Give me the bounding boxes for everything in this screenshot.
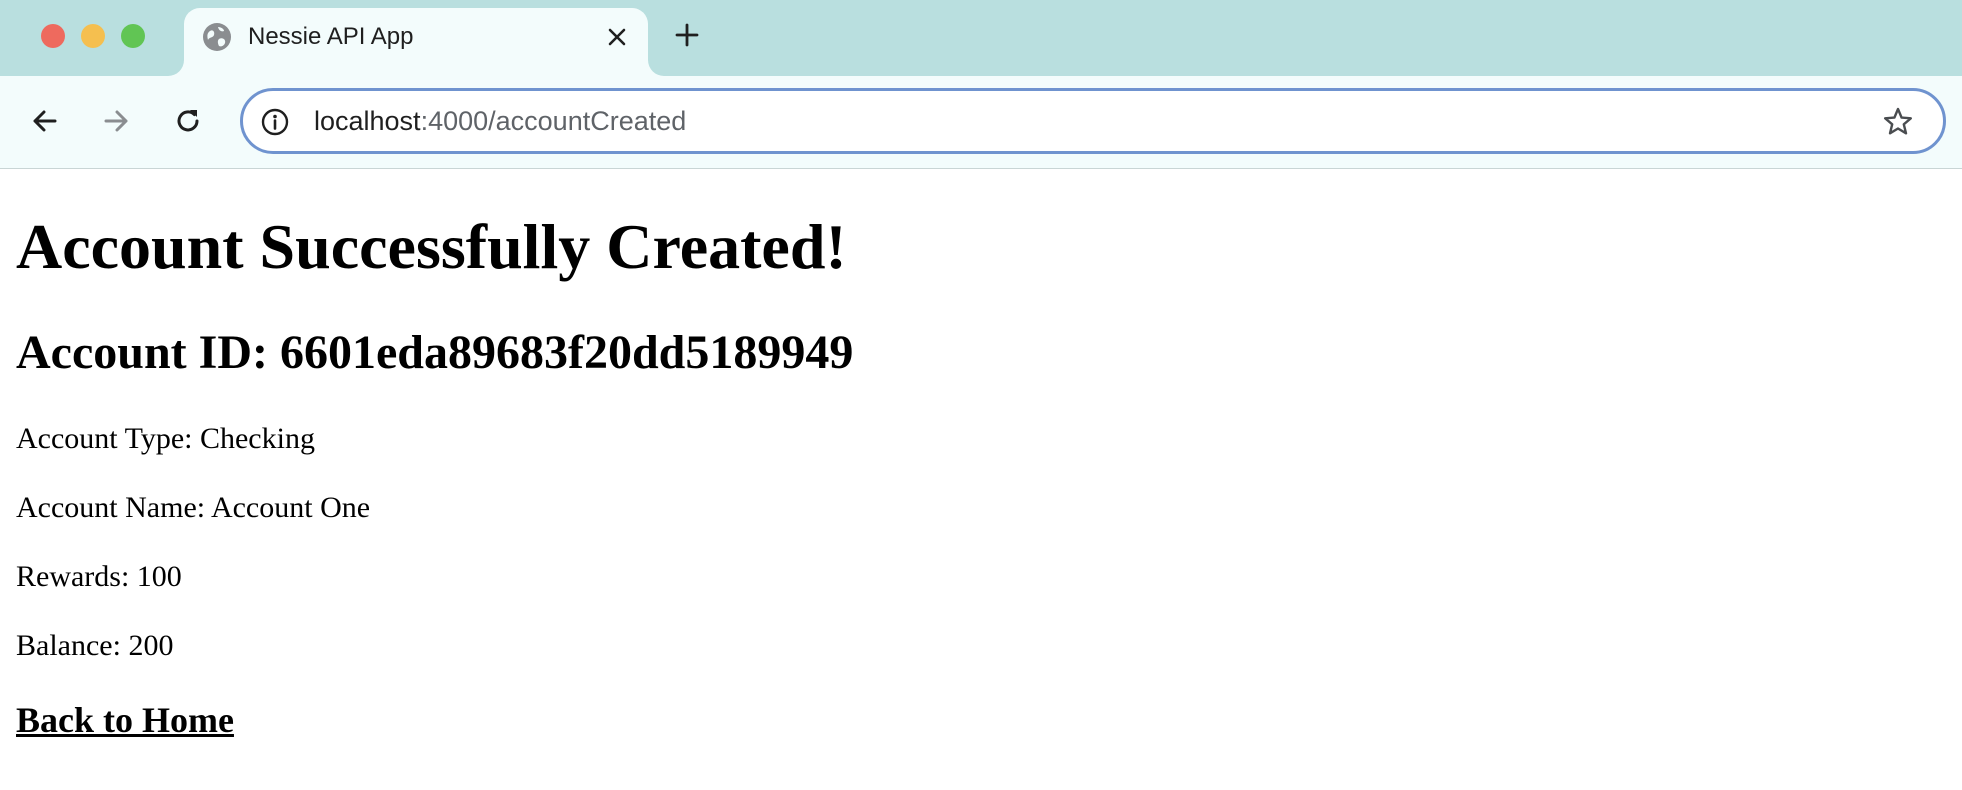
reload-icon[interactable] xyxy=(171,104,205,138)
account-id-heading: Account ID: 6601eda89683f20dd5189949 xyxy=(16,326,854,379)
window-minimize-button[interactable] xyxy=(81,24,105,48)
balance-text: Balance: 200 xyxy=(16,629,174,662)
url-path: :4000/accountCreated xyxy=(420,106,687,136)
tab-active[interactable]: Nessie API App xyxy=(184,8,648,76)
globe-icon xyxy=(202,22,232,52)
window-close-button[interactable] xyxy=(41,24,65,48)
star-icon[interactable] xyxy=(1881,105,1915,139)
window-maximize-button[interactable] xyxy=(121,24,145,48)
account-name-text: Account Name: Account One xyxy=(16,491,371,524)
url-text[interactable]: localhost:4000/accountCreated xyxy=(314,106,686,137)
rewards-text: Rewards: 100 xyxy=(16,560,182,593)
page-content: Account Successfully Created! Account ID… xyxy=(0,169,1962,790)
browser-window: Nessie API App localhost:4000/accountCre… xyxy=(0,0,1962,790)
back-to-home-link[interactable]: Back to Home xyxy=(16,702,234,738)
arrow-left-icon[interactable] xyxy=(28,104,62,138)
info-icon[interactable] xyxy=(260,107,290,137)
account-type-text: Account Type: Checking xyxy=(16,422,315,455)
plus-icon[interactable] xyxy=(672,20,702,50)
close-icon[interactable] xyxy=(604,24,630,50)
tab-strip: Nessie API App xyxy=(0,0,1962,76)
address-bar[interactable]: localhost:4000/accountCreated xyxy=(240,88,1946,154)
url-host: localhost xyxy=(314,106,421,136)
tab-title: Nessie API App xyxy=(248,23,414,50)
arrow-right-icon[interactable] xyxy=(99,104,133,138)
browser-toolbar: localhost:4000/accountCreated xyxy=(0,76,1962,169)
page-title: Account Successfully Created! xyxy=(16,211,847,282)
